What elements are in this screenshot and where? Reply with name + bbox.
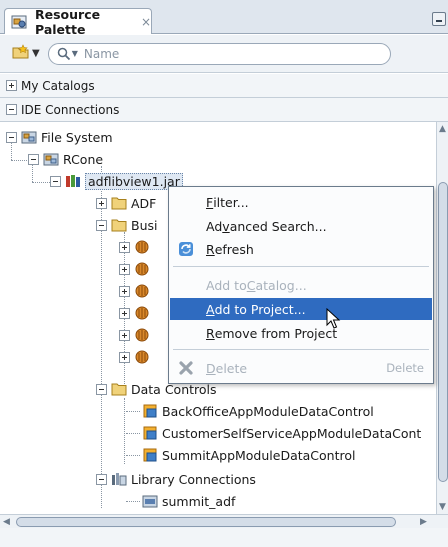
menu-separator — [173, 266, 429, 267]
expand-icon[interactable] — [119, 263, 130, 275]
tab-resource-palette[interactable]: Resource Palette × — [4, 6, 152, 37]
expand-icon[interactable] — [119, 307, 130, 319]
bottom-strip — [0, 528, 448, 547]
tree-item-library-connections[interactable]: Library Connections — [96, 468, 256, 490]
menu-item-add-to-project[interactable]: Add to Project... — [170, 298, 432, 320]
search-box[interactable]: ▼ — [47, 42, 391, 65]
tree-item-bean-1[interactable] — [119, 236, 154, 258]
folder-icon — [111, 381, 127, 397]
library-icon — [111, 471, 127, 487]
data-control-icon — [142, 403, 158, 419]
tree-item-label: Library Connections — [131, 471, 256, 487]
section-ide-connections[interactable]: IDE Connections — [0, 98, 448, 122]
menu-item-refresh[interactable]: Refresh — [170, 238, 432, 260]
folder-icon — [111, 217, 127, 233]
tree-item-summit-adf[interactable]: summit_adf — [126, 490, 235, 512]
collapse-icon[interactable] — [96, 383, 107, 395]
horizontal-scrollbar[interactable]: ◀ ▶ — [0, 514, 448, 528]
close-icon[interactable]: × — [141, 15, 151, 29]
scroll-down-icon[interactable]: ▼ — [439, 502, 446, 512]
tree-item-data-control[interactable]: BackOfficeAppModuleDataControl — [126, 400, 374, 422]
horizontal-scroll-thumb[interactable] — [16, 517, 396, 527]
tree-item-bean-5[interactable] — [119, 324, 154, 346]
tree-item-bean-2[interactable] — [119, 258, 154, 280]
search-input[interactable] — [83, 46, 364, 61]
refresh-icon — [178, 241, 194, 257]
folder-icon — [111, 195, 127, 211]
collapse-icon[interactable] — [96, 219, 107, 231]
expand-icon[interactable] — [119, 285, 130, 297]
chevron-down-icon: ▼ — [32, 48, 40, 59]
tree-item-label: CustomerSelfServiceAppModuleDataCont — [162, 425, 422, 441]
collapse-icon[interactable] — [96, 473, 107, 485]
search-icon[interactable]: ▼ — [57, 47, 78, 61]
new-connection-button[interactable]: ▼ — [12, 44, 40, 63]
resource-palette-icon — [11, 14, 27, 30]
component-icon — [134, 261, 150, 277]
tree-item-label: SummitAppModuleDataControl — [162, 447, 356, 463]
tree-item-bean-3[interactable] — [119, 280, 154, 302]
expand-icon[interactable] — [6, 80, 17, 91]
tree-item-bean-4[interactable] — [119, 302, 154, 324]
context-menu: Filter... Ad v anced Search... Refresh Add… — [168, 186, 434, 384]
tree-item-rcone[interactable]: RCone — [28, 148, 103, 170]
component-icon — [134, 327, 150, 343]
section-my-catalogs[interactable]: My Catalogs — [0, 74, 448, 98]
menu-item-delete[interactable]: Delete Delete — [170, 357, 432, 379]
vertical-scrollbar[interactable]: ▲ ▼ — [436, 122, 448, 514]
tree-item-file-system[interactable]: File System — [6, 126, 113, 148]
data-control-icon — [142, 425, 158, 441]
expand-icon[interactable] — [119, 351, 130, 363]
menu-item-filter[interactable]: Filter... — [170, 191, 432, 213]
tree-item-data-control[interactable]: CustomerSelfServiceAppModuleDataCont — [126, 422, 421, 444]
section-label: My Catalogs — [21, 78, 95, 93]
vertical-scroll-thumb[interactable] — [438, 182, 448, 482]
scroll-left-icon[interactable]: ◀ — [3, 517, 10, 527]
component-icon — [134, 305, 150, 321]
component-icon — [134, 283, 150, 299]
scroll-right-icon[interactable]: ▶ — [420, 517, 427, 527]
menu-item-advanced-search[interactable]: Ad v anced Search... — [170, 215, 432, 237]
jar-library-icon — [65, 173, 81, 189]
tree-item-bean-6[interactable] — [119, 346, 154, 368]
tree-item-label: RCone — [63, 151, 104, 167]
connection-icon — [43, 151, 59, 167]
palette-toolbar: ▼ ▼ — [0, 35, 448, 73]
new-folder-icon — [12, 44, 30, 63]
collapse-icon[interactable] — [28, 153, 39, 165]
tree-item-label: ADF — [131, 195, 157, 211]
section-label: IDE Connections — [21, 102, 120, 117]
scroll-up-icon[interactable]: ▲ — [439, 124, 446, 134]
tree-item-label: Busi — [131, 217, 158, 233]
tree-item-jar[interactable]: adflibview1.jar — [50, 170, 183, 192]
minimize-button[interactable] — [432, 12, 446, 26]
tree-item-label: File System — [41, 129, 113, 145]
menu-item-add-to-catalog[interactable]: Add to Catalog... — [170, 274, 432, 296]
component-icon — [134, 239, 150, 255]
component-icon — [134, 349, 150, 365]
mouse-pointer-icon — [326, 307, 342, 333]
expand-icon[interactable] — [119, 329, 130, 341]
file-system-icon — [21, 129, 37, 145]
tree-item-label: BackOfficeAppModuleDataControl — [162, 403, 374, 419]
delete-icon — [178, 360, 194, 376]
expand-icon[interactable] — [119, 241, 130, 253]
collapse-icon[interactable] — [6, 104, 17, 115]
menu-separator — [173, 349, 429, 350]
menu-item-remove-from-project[interactable]: Remove from Project — [170, 322, 432, 344]
library-connection-icon — [142, 493, 158, 509]
delete-shortcut: Delete — [386, 361, 424, 375]
expand-icon[interactable] — [96, 197, 107, 209]
collapse-icon[interactable] — [50, 175, 61, 187]
tree-item-data-control[interactable]: SummitAppModuleDataControl — [126, 444, 356, 466]
tree-item-adf[interactable]: ADF — [96, 192, 156, 214]
tree-item-busi[interactable]: Busi — [96, 214, 157, 236]
tab-title: Resource Palette — [35, 6, 101, 37]
tree-item-label: summit_adf — [162, 493, 236, 509]
collapse-icon[interactable] — [6, 131, 17, 143]
palette-tabstrip: Resource Palette × — [0, 0, 448, 37]
data-control-icon — [142, 447, 158, 463]
